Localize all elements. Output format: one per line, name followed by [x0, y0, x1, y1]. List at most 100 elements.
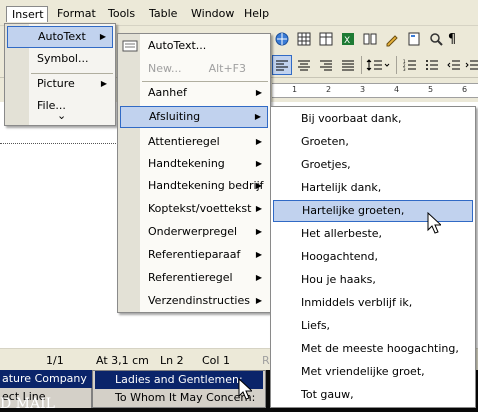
menu-item-label: New...	[148, 62, 182, 75]
menu-help[interactable]: Help	[244, 6, 269, 22]
afsluiting-menu-item[interactable]: Groetjes,	[273, 154, 473, 176]
menu-tools[interactable]: Tools	[108, 6, 135, 22]
status-rec: R	[262, 354, 270, 367]
lower-menu-item[interactable]: ature Company	[0, 370, 92, 388]
status-page: 1/1	[46, 354, 64, 367]
menu-item-label: Aanhef	[148, 86, 187, 99]
autotext-menu-item[interactable]: Koptekst/voettekst ▶	[120, 198, 268, 220]
afsluiting-menu-item[interactable]: Liefs,	[273, 315, 473, 337]
status-position: At 3,1 cm	[96, 354, 149, 367]
justify-icon[interactable]	[338, 55, 358, 75]
toolbar-separator	[396, 56, 397, 74]
increase-indent-icon[interactable]	[462, 55, 478, 75]
autotext-menu-item[interactable]: Attentieregel ▶	[120, 131, 268, 153]
submenu-arrow-icon: ▶	[100, 79, 107, 88]
menu-item-label: Handtekening	[148, 157, 225, 170]
drawing-icon[interactable]	[382, 29, 402, 49]
afsluiting-menu-item[interactable]: Met vriendelijke groet,	[273, 361, 473, 383]
insert-menu: AutoText ▶ Symbol... Picture ▶ File... ⌄	[4, 23, 116, 126]
afsluiting-menu-item[interactable]: Hartelijk dank,	[273, 177, 473, 199]
align-center-icon[interactable]	[294, 55, 314, 75]
submenu-arrow-icon: ▶	[255, 250, 262, 259]
bullets-icon[interactable]	[422, 55, 442, 75]
menu-item-label: Referentieparaaf	[148, 248, 241, 261]
line-spacing-icon[interactable]	[364, 55, 392, 75]
numbering-icon[interactable]: 123	[400, 55, 420, 75]
pilcrow-icon[interactable]: ¶	[442, 29, 462, 49]
document-map-icon[interactable]	[404, 29, 424, 49]
autotext-menu-item[interactable]: Referentieparaaf ▶	[120, 244, 268, 266]
autotext-menu-item[interactable]: Onderwerpregel ▶	[120, 221, 268, 243]
afsluiting-menu-item[interactable]: Hou je haaks,	[273, 269, 473, 291]
submenu-arrow-icon: ▶	[255, 273, 262, 282]
menu-item-label: AutoText	[38, 30, 86, 43]
menu-item-label: Handtekening bedrijf	[148, 179, 264, 192]
menu-format[interactable]: Format	[57, 6, 96, 22]
expand-menu-icon[interactable]: ⌄	[57, 110, 66, 122]
afsluiting-menu-item[interactable]: Bij voorbaat dank,	[273, 108, 473, 130]
menu-insert[interactable]: Insert	[6, 6, 48, 22]
ruler-mark: 3	[360, 85, 366, 94]
submenu-arrow-icon: ▶	[255, 159, 262, 168]
afsluiting-menu: Bij voorbaat dank, Groeten, Groetjes, Harte…	[270, 106, 476, 408]
afsluiting-menu-item[interactable]: Het allerbeste,	[273, 223, 473, 245]
menu-item-label: Referentieregel	[148, 271, 233, 284]
insert-menu-autotext[interactable]: AutoText ▶	[7, 26, 113, 48]
autotext-menu-item[interactable]: Handtekening bedrijf ▶	[120, 175, 268, 197]
svg-text:X: X	[344, 36, 350, 46]
autotext-menu-item[interactable]: Afsluiting ▶	[120, 106, 268, 128]
page-boundary-line	[0, 143, 120, 144]
autotext-menu-item[interactable]: Handtekening ▶	[120, 153, 268, 175]
autotext-menu: AutoText... New... Alt+F3 Aanhef ▶ Afsluiting…	[117, 33, 271, 313]
excel-icon[interactable]: X	[338, 29, 358, 49]
ruler-mark: 1	[292, 85, 298, 94]
status-line: Ln 2	[160, 354, 184, 367]
afsluiting-menu-item[interactable]: Groeten,	[273, 131, 473, 153]
afsluiting-menu-item[interactable]: Hoogachtend,	[273, 246, 473, 268]
submenu-arrow-icon: ▶	[254, 112, 261, 121]
menu-table[interactable]: Table	[149, 6, 177, 22]
afsluiting-menu-item[interactable]: Tot gauw,	[273, 384, 473, 406]
document-text-fragment: D MAIL	[0, 396, 55, 412]
menu-item-label: Verzendinstructies	[148, 294, 250, 307]
menu-item-label: Afsluiting	[149, 110, 201, 123]
afsluiting-menu-item[interactable]: Met de meeste hoogachting,	[273, 338, 473, 360]
menu-item-label: Symbol...	[37, 52, 89, 65]
autotext-menu-item[interactable]: Aanhef ▶	[120, 82, 268, 104]
insert-menu-symbol[interactable]: Symbol...	[7, 48, 113, 70]
insert-table-icon[interactable]	[316, 29, 336, 49]
submenu-arrow-icon: ▶	[255, 181, 262, 190]
menu-item-label: AutoText...	[148, 39, 207, 52]
decrease-indent-icon[interactable]	[444, 55, 464, 75]
afsluiting-menu-item[interactable]: Inmiddels verblijf ik,	[273, 292, 473, 314]
afsluiting-menu-item[interactable]: Hartelijke groeten,	[273, 200, 473, 222]
autotext-menu-item[interactable]: New... Alt+F3	[120, 58, 268, 80]
ruler-mark: 4	[394, 85, 400, 94]
ruler-mark: 2	[326, 85, 332, 94]
svg-text:3: 3	[403, 67, 406, 71]
menu-item-label: Attentieregel	[148, 135, 220, 148]
menu-shortcut: Alt+F3	[208, 62, 246, 75]
menu-item-label: Onderwerpregel	[148, 225, 238, 238]
align-right-icon[interactable]	[316, 55, 336, 75]
status-column: Col 1	[202, 354, 230, 367]
insert-menu-picture[interactable]: Picture ▶	[7, 73, 113, 95]
submenu-arrow-icon: ▶	[255, 137, 262, 146]
menu-item-label: Koptekst/voettekst	[148, 202, 252, 215]
horizontal-ruler[interactable]: 1 2 3 4 5 6	[272, 83, 478, 98]
table-icon[interactable]	[294, 29, 314, 49]
menu-window[interactable]: Window	[191, 6, 234, 22]
submenu-arrow-icon: ▶	[255, 204, 262, 213]
autotext-menu-item[interactable]: Verzendinstructies ▶	[120, 290, 268, 312]
autotext-menu-item[interactable]: AutoText...	[120, 35, 268, 57]
columns-icon[interactable]	[360, 29, 380, 49]
submenu-arrow-icon: ▶	[99, 32, 106, 41]
submenu-arrow-icon: ▶	[255, 227, 262, 236]
align-left-icon[interactable]	[272, 55, 292, 75]
submenu-arrow-icon: ▶	[255, 88, 262, 97]
autotext-menu-item[interactable]: Referentieregel ▶	[120, 267, 268, 289]
globe-icon[interactable]	[272, 29, 292, 49]
mouse-pointer-icon	[427, 211, 443, 237]
submenu-arrow-icon: ▶	[255, 296, 262, 305]
mouse-pointer-icon	[238, 377, 254, 403]
